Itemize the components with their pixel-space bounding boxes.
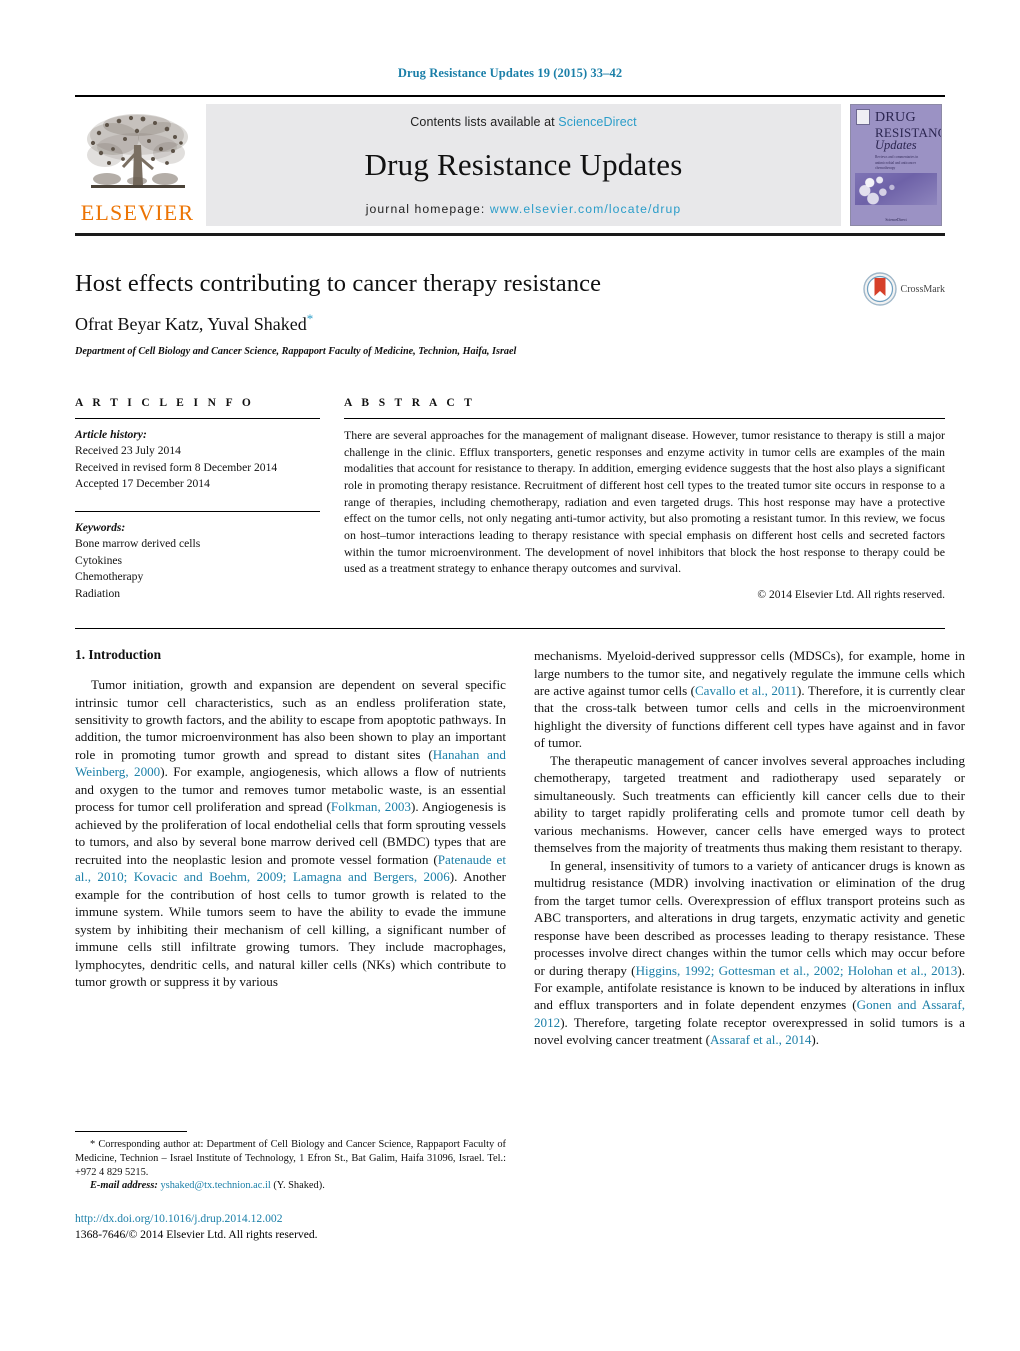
email-note: E-mail address: yshaked@tx.technion.ac.i… — [75, 1179, 506, 1193]
doi-link[interactable]: http://dx.doi.org/10.1016/j.drup.2014.12… — [75, 1211, 506, 1227]
abstract-rule — [344, 418, 945, 419]
footnote-rule — [75, 1131, 187, 1132]
cover-photo-image — [855, 173, 937, 205]
text-run: (Y. Shaked). — [270, 1180, 325, 1192]
keywords-block: Keywords: Bone marrow derived cells Cyto… — [75, 520, 320, 602]
issn-copyright-line: 1368-7646/© 2014 Elsevier Ltd. All right… — [75, 1228, 318, 1242]
elsevier-logo: ELSEVIER — [75, 104, 200, 226]
elsevier-wordmark: ELSEVIER — [80, 200, 195, 225]
corresponding-author-note: * Corresponding author at: Department of… — [75, 1138, 506, 1179]
journal-cover-thumbnail[interactable]: DRUG RESISTANCE Updates Reviews and comm… — [850, 104, 942, 226]
abstract-column: A B S T R A C T There are several approa… — [320, 397, 945, 602]
paragraph-intro-1: Tumor initiation, growth and expansion a… — [75, 676, 506, 990]
crossmark-label: CrossMark — [900, 283, 945, 295]
email-link[interactable]: yshaked@tx.technion.ac.il — [160, 1180, 270, 1191]
cover-line-2: RESISTANCE — [875, 124, 941, 140]
article-info-rule — [75, 418, 320, 419]
history-item: Accepted 17 December 2014 — [75, 477, 210, 491]
paragraph-intro-1-continued: mechanisms. Myeloid-derived suppressor c… — [534, 647, 965, 752]
keyword-item: Chemotherapy — [75, 570, 144, 584]
email-label: E-mail address: — [90, 1180, 158, 1192]
author-list: Ofrat Beyar Katz, Yuval Shaked* — [75, 311, 945, 335]
citation-link[interactable]: Higgins, 1992; Gottesman et al., 2002; H… — [636, 963, 958, 978]
keywords-rule — [75, 510, 320, 512]
article-history-block: Article history: Received 23 July 2014 R… — [75, 427, 320, 493]
journal-title: Drug Resistance Updates — [364, 147, 683, 182]
info-abstract-section: A R T I C L E I N F O Article history: R… — [75, 397, 945, 602]
journal-homepage-link[interactable]: www.elsevier.com/locate/drup — [490, 202, 681, 216]
contents-available-line: Contents lists available at ScienceDirec… — [410, 115, 636, 129]
title-block: Host effects contributing to cancer ther… — [75, 270, 945, 357]
crossmark-badge[interactable]: CrossMark — [862, 272, 945, 306]
citation-link[interactable]: Cavallo et al., 2011 — [695, 683, 797, 698]
journal-cover-block: DRUG RESISTANCE Updates Reviews and comm… — [847, 104, 945, 226]
citation-link[interactable]: Folkman, 2003 — [331, 799, 411, 814]
abstract-heading: A B S T R A C T — [344, 397, 476, 409]
article-info-column: A R T I C L E I N F O Article history: R… — [75, 397, 320, 602]
body-column-right: mechanisms. Myeloid-derived suppressor c… — [534, 647, 965, 1049]
article-info-heading: A R T I C L E I N F O — [75, 397, 255, 409]
cover-line-1: DRUG — [875, 110, 916, 125]
sciencedirect-link[interactable]: ScienceDirect — [558, 115, 636, 129]
body-columns: 1. Introduction Tumor initiation, growth… — [75, 647, 965, 1049]
section-title-introduction: 1. Introduction — [75, 647, 162, 663]
article-history-label: Article history: — [75, 428, 147, 441]
keyword-item: Radiation — [75, 586, 121, 600]
author-names: Ofrat Beyar Katz, Yuval Shaked — [75, 314, 307, 334]
keyword-item: Bone marrow derived cells — [75, 537, 201, 551]
cover-title-text: DRUG RESISTANCE Updates Reviews and comm… — [875, 110, 941, 172]
journal-masthead: ELSEVIER Contents lists available at Sci… — [75, 95, 945, 226]
text-run: In general, insensitivity of tumors to a… — [534, 857, 965, 978]
homepage-prefix: journal homepage: — [365, 202, 486, 216]
running-head: Drug Resistance Updates 19 (2015) 33–42 — [397, 66, 623, 80]
paragraph-intro-2: The therapeutic management of cancer inv… — [534, 752, 965, 856]
elsevier-tree-icon-small — [856, 109, 870, 125]
page-title: Host effects contributing to cancer ther… — [75, 270, 602, 297]
cover-footer-text: ScienceDirect — [885, 218, 907, 222]
text-run: ). — [811, 1032, 820, 1048]
abstract-text: There are several approaches for the man… — [344, 428, 945, 576]
article-page: Drug Resistance Updates 19 (2015) 33–42 — [0, 0, 1020, 1351]
doi-block: http://dx.doi.org/10.1016/j.drup.2014.12… — [75, 1211, 506, 1243]
keyword-item: Cytokines — [75, 553, 123, 567]
footnote-block: * Corresponding author at: Department of… — [75, 1131, 506, 1243]
cover-subtitle: Reviews and commentaries in antimicrobia… — [875, 155, 919, 171]
history-item: Received in revised form 8 December 2014 — [75, 460, 278, 474]
citation-link[interactable]: Assaraf et al., 2014 — [710, 1032, 811, 1047]
corresponding-author-marker: * — [306, 311, 314, 326]
cover-line-3: Updates — [875, 138, 917, 153]
contents-prefix: Contents lists available at — [410, 115, 555, 129]
crossmark-icon — [862, 272, 897, 306]
elsevier-tree-icon — [86, 114, 188, 188]
text-run: Corresponding author at: Department of C… — [75, 1139, 506, 1178]
text-run: ). Another example for the contribution … — [75, 869, 507, 990]
body-column-left: 1. Introduction Tumor initiation, growth… — [75, 647, 506, 1049]
journal-band: Contents lists available at ScienceDirec… — [206, 104, 841, 226]
body-separator-rule — [75, 628, 945, 630]
keywords-label: Keywords: — [75, 520, 126, 534]
history-item: Received 23 July 2014 — [75, 444, 181, 458]
affiliation: Department of Cell Biology and Cancer Sc… — [75, 346, 517, 357]
paragraph-intro-3: In general, insensitivity of tumors to a… — [534, 857, 965, 1049]
copyright-line: © 2014 Elsevier Ltd. All rights reserved… — [757, 588, 945, 601]
masthead-bottom-rule — [75, 233, 945, 236]
journal-homepage-line: journal homepage: www.elsevier.com/locat… — [366, 202, 682, 216]
